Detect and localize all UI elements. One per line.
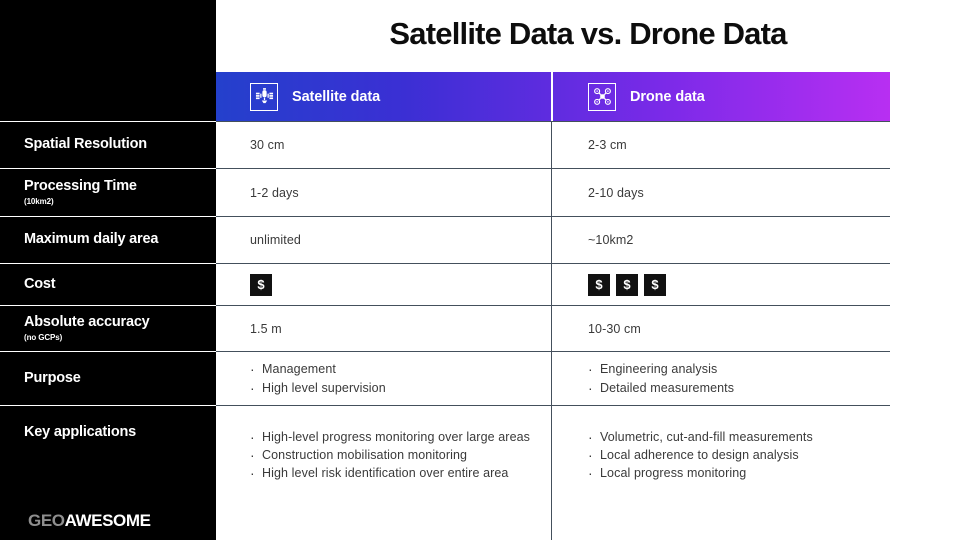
table-row: Management High level supervision Engine…: [216, 351, 890, 405]
table-row: 1.5 m 10-30 cm: [216, 305, 890, 351]
satellite-icon: [250, 82, 278, 111]
table-header-bar: Satellite data Drone data: [216, 72, 890, 121]
sidebar-item-key-applications: Key applications: [0, 405, 216, 460]
cell-satellite: Management High level supervision: [216, 352, 551, 405]
row-label: Maximum daily area: [24, 231, 159, 248]
bullet-list: Volumetric, cut-and-fill measurements Lo…: [588, 427, 876, 484]
table-row: unlimited ~10km2: [216, 216, 890, 263]
row-sublabel: (no GCPs): [24, 332, 63, 342]
sidebar-item-absolute-accuracy: Absolute accuracy (no GCPs): [0, 305, 216, 351]
logo-awesome: AWESOME: [64, 511, 151, 530]
column-header-drone-label: Drone data: [630, 88, 705, 105]
table-row: 1-2 days 2-10 days: [216, 168, 890, 216]
list-item: Detailed measurements: [588, 377, 876, 397]
sidebar-item-spatial-resolution: Spatial Resolution: [0, 121, 216, 168]
logo-geo: GEO: [28, 511, 65, 530]
page-title: Satellite Data vs. Drone Data: [389, 16, 787, 51]
row-label: Absolute accuracy: [24, 314, 150, 331]
dollar-icon: $: [588, 273, 610, 296]
column-header-satellite: Satellite data: [216, 72, 551, 121]
cell-drone: 10-30 cm: [552, 306, 890, 351]
row-label: Spatial Resolution: [24, 136, 147, 153]
drone-icon: [588, 82, 616, 111]
cell-value: 1-2 days: [250, 185, 299, 200]
cell-value: 30 cm: [250, 138, 285, 152]
sidebar-item-cost: Cost: [0, 263, 216, 305]
cell-drone: Engineering analysis Detailed measuremen…: [552, 352, 890, 405]
cell-value: 1.5 m: [250, 321, 282, 336]
cell-satellite: $: [216, 264, 551, 305]
dollar-icon: $: [250, 273, 272, 296]
cell-satellite: 1.5 m: [216, 306, 551, 351]
cell-drone: $ $ $: [552, 264, 890, 305]
table-row: 30 cm 2-3 cm: [216, 121, 890, 168]
row-label: Cost: [24, 275, 56, 292]
cell-drone: 2-3 cm: [552, 122, 890, 168]
cell-satellite: unlimited: [216, 217, 551, 263]
cell-satellite: High-level progress monitoring over larg…: [216, 406, 551, 540]
list-item: High-level progress monitoring over larg…: [250, 427, 537, 447]
sidebar-item-maximum-daily-area: Maximum daily area: [0, 216, 216, 263]
dollar-icon: $: [644, 273, 666, 296]
row-sublabel: (10km2): [24, 196, 54, 206]
list-item: High level supervision: [250, 377, 537, 397]
row-label: Key applications: [24, 424, 137, 441]
list-item: Construction mobilisation monitoring: [250, 445, 537, 465]
comparison-infographic: Satellite Data vs. Drone Data Satellite …: [0, 0, 960, 540]
table-row: High-level progress monitoring over larg…: [216, 405, 890, 540]
list-item: Management: [250, 359, 537, 379]
column-header-drone: Drone data: [552, 72, 890, 121]
geoawesome-logo: GEOAWESOME: [28, 511, 151, 531]
cell-satellite: 1-2 days: [216, 169, 551, 216]
list-item: Engineering analysis: [588, 359, 876, 379]
bullet-list: High-level progress monitoring over larg…: [250, 427, 537, 484]
cell-drone: 2-10 days: [552, 169, 890, 216]
cell-satellite: 30 cm: [216, 122, 551, 168]
row-label-sidebar: Spatial Resolution Processing Time (10km…: [0, 0, 216, 540]
sidebar-item-purpose: Purpose: [0, 351, 216, 405]
cell-drone: Volumetric, cut-and-fill measurements Lo…: [552, 406, 890, 540]
list-item: Local adherence to design analysis: [588, 445, 876, 465]
cell-value: 2-3 cm: [588, 138, 627, 152]
sidebar-item-processing-time: Processing Time (10km2): [0, 168, 216, 216]
dollar-icon: $: [616, 273, 638, 296]
list-item: High level risk identification over enti…: [250, 463, 537, 483]
list-item: Local progress monitoring: [588, 463, 876, 483]
cell-value: 2-10 days: [588, 185, 644, 200]
cell-value: ~10km2: [588, 233, 634, 247]
list-item: Volumetric, cut-and-fill measurements: [588, 427, 876, 447]
bullet-list: Management High level supervision: [250, 359, 537, 398]
cost-rating-drone: $ $ $: [588, 273, 876, 296]
cell-value: 10-30 cm: [588, 321, 641, 336]
bullet-list: Engineering analysis Detailed measuremen…: [588, 359, 876, 398]
column-header-satellite-label: Satellite data: [292, 88, 381, 105]
cell-value: unlimited: [250, 233, 301, 247]
cost-rating-satellite: $: [250, 273, 537, 296]
row-label: Processing Time: [24, 178, 137, 195]
cell-drone: ~10km2: [552, 217, 890, 263]
row-label: Purpose: [24, 369, 81, 386]
table-row: $ $ $ $: [216, 263, 890, 305]
comparison-table-body: 30 cm 2-3 cm 1-2 days 2-10 days unlimite…: [216, 121, 890, 540]
